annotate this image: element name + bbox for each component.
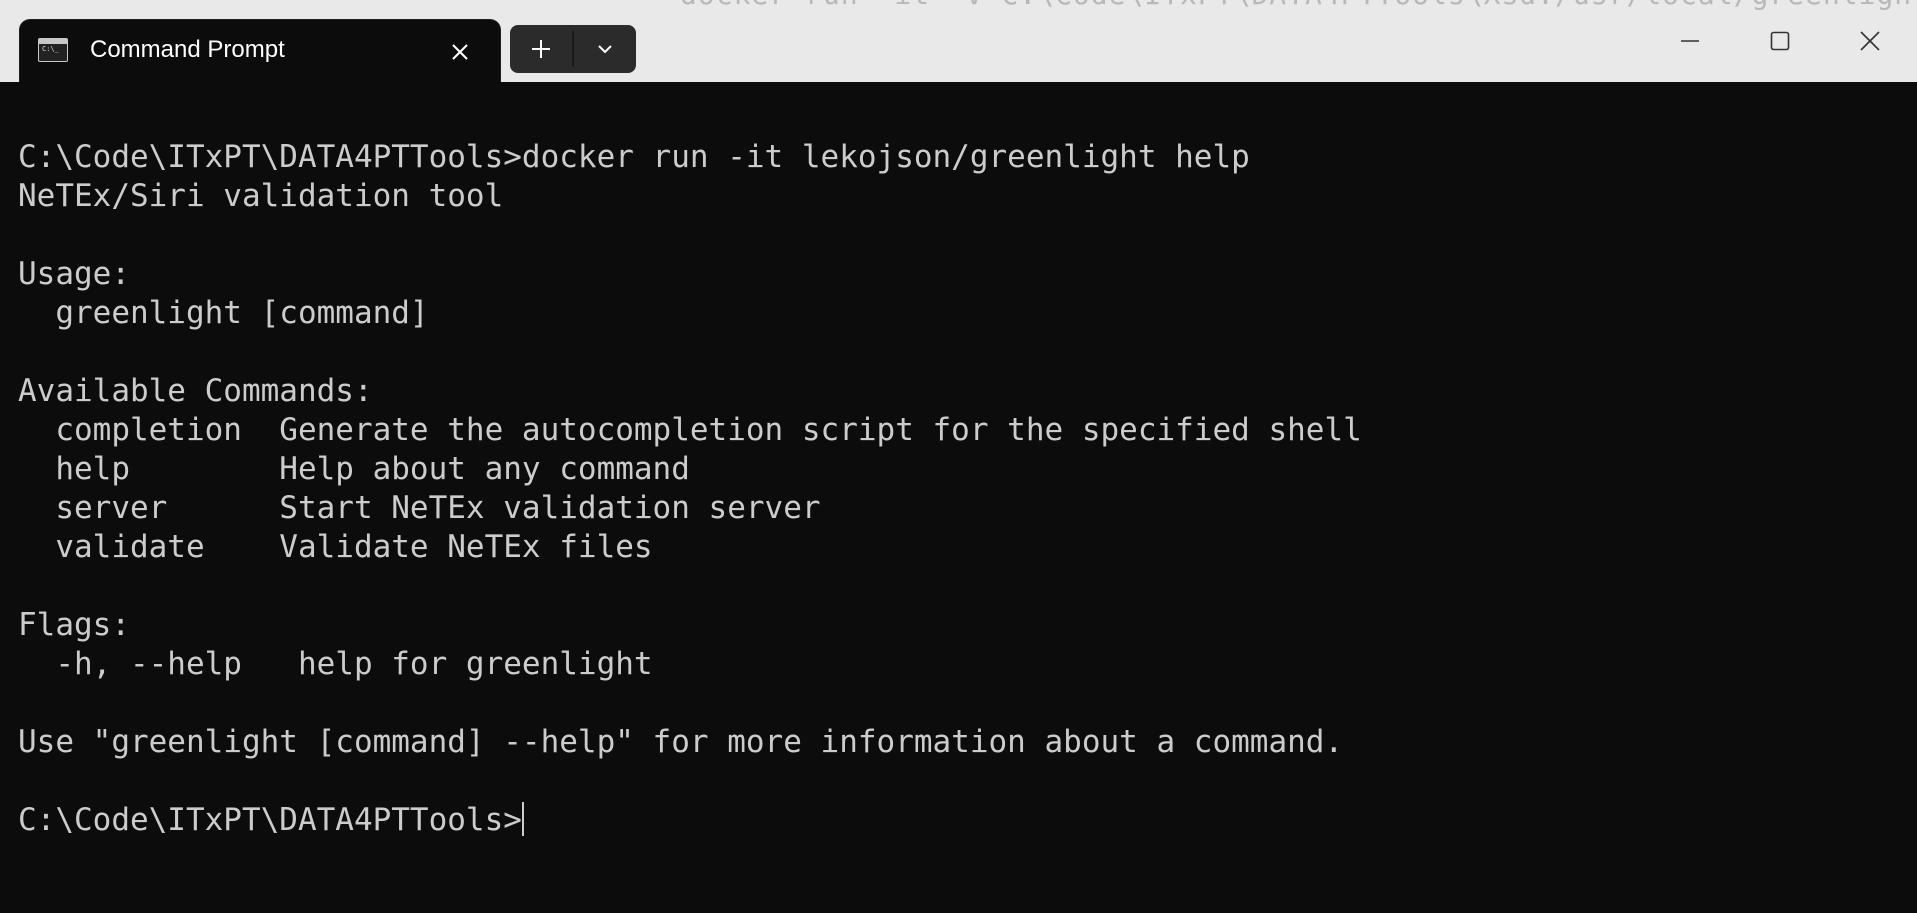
terminal-output: C:\Code\ITxPT\DATA4PTTools>docker run -i… [18,138,1362,840]
close-icon [1860,31,1880,51]
close-icon[interactable] [442,34,478,70]
close-window-button[interactable] [1825,0,1915,82]
terminal-area[interactable]: C:\Code\ITxPT\DATA4PTTools>docker run -i… [0,82,1917,913]
plus-icon [532,40,550,58]
tab-title: Command Prompt [90,36,285,63]
new-tab-group [510,25,636,73]
new-tab-button[interactable] [510,25,572,73]
chevron-down-icon [598,45,612,54]
minimize-button[interactable] [1645,0,1735,82]
cmd-app-icon [38,38,68,62]
title-bar[interactable]: docker run -it -v C:\Code\ITxPT\DATA4PTT… [0,0,1917,82]
maximize-button[interactable] [1735,0,1825,82]
terminal-output-text: C:\Code\ITxPT\DATA4PTTools>docker run -i… [18,139,1362,838]
minimize-icon [1681,40,1699,42]
tab-command-prompt[interactable]: Command Prompt [20,20,500,82]
terminal-window: docker run -it -v C:\Code\ITxPT\DATA4PTT… [0,0,1917,913]
text-cursor [521,802,524,836]
maximize-icon [1770,31,1790,51]
tab-dropdown-button[interactable] [574,25,636,73]
